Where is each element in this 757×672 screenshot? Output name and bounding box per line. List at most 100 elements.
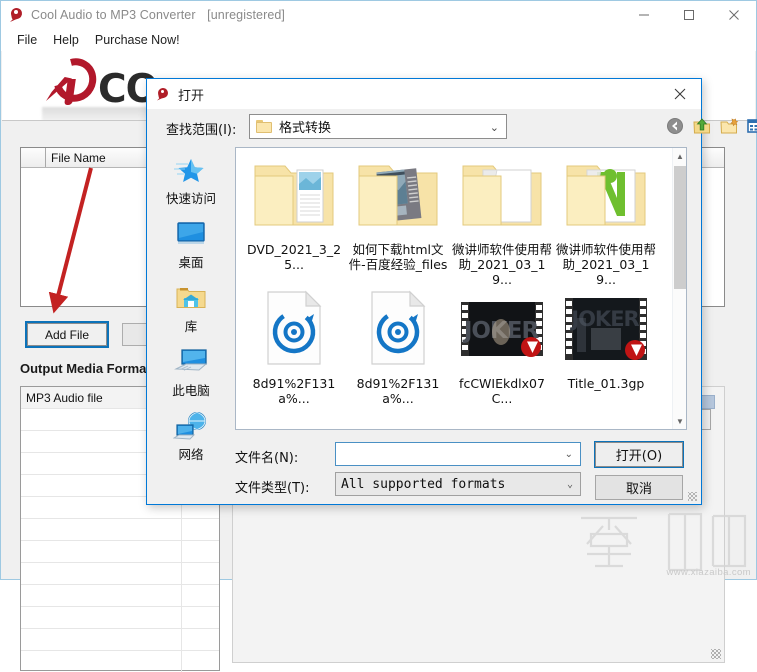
cancel-button[interactable]: 取消 [595, 475, 683, 500]
open-button[interactable]: 打开(O) [595, 442, 683, 467]
menu-item-help[interactable]: Help [45, 31, 87, 49]
scroll-up-icon[interactable]: ▲ [673, 148, 687, 164]
list-item[interactable] [21, 585, 219, 607]
desktop-icon [174, 217, 208, 251]
open-file-dialog: 打开 查找范围(I): 格式转换 ⌄ [146, 78, 702, 505]
filename-input[interactable]: ⌄ [335, 442, 581, 466]
this-pc-icon [173, 345, 209, 379]
file-item-label: 微讲师软件使用帮助_2021_03_19... [556, 242, 656, 287]
file-item[interactable]: 8d91%2F131a%... [242, 288, 346, 422]
column-header-check[interactable] [21, 148, 46, 167]
sidebar-item-label: 网络 [178, 444, 203, 463]
file-view-scrollbar[interactable]: ▲ ▼ [672, 148, 686, 429]
filetype-select[interactable]: All supported formats ⌄ [335, 472, 581, 496]
dialog-title: 打开 [178, 85, 204, 104]
output-media-format-heading: Output Media Format [20, 361, 151, 376]
file-item[interactable]: JOKER fcCWIEkdlx07C... [450, 288, 554, 422]
filetype-value: All supported formats [341, 477, 505, 492]
folder-preview-icon [251, 154, 337, 242]
look-in-select[interactable]: 格式转换 ⌄ [249, 114, 507, 139]
file-item-label: 8d91%2F131a%... [348, 376, 448, 406]
sidebar-item-desktop[interactable]: 桌面 [153, 217, 229, 275]
up-folder-icon[interactable] [692, 116, 714, 138]
sidebar-item-label: 此电脑 [172, 380, 210, 399]
sidebar-item-label: 快速访问 [166, 188, 216, 207]
list-item[interactable] [21, 629, 219, 651]
brand-logo-icon [42, 57, 94, 113]
libraries-folder-icon [174, 281, 208, 315]
new-folder-icon[interactable] [719, 116, 741, 138]
dialog-main-area: 快速访问 桌面 [147, 147, 701, 504]
list-item[interactable] [21, 519, 219, 541]
file-item-label: 8d91%2F131a%... [244, 376, 344, 406]
dialog-bottom-bar: 文件名(N): ⌄ 文件类型(T): All supported formats… [235, 442, 687, 502]
view-mode-icon[interactable] [746, 116, 757, 138]
sidebar-item-quick-access[interactable]: 快速访问 [153, 153, 229, 211]
video-thumbnail-icon: JOKER [457, 288, 547, 376]
list-item[interactable] [21, 607, 219, 629]
close-icon[interactable] [711, 1, 756, 29]
file-browser-view[interactable]: DVD_2021_3_25... [235, 147, 687, 430]
video-thumbnail-icon: JOKER [561, 288, 651, 376]
sidebar-item-libraries[interactable]: 库 [153, 281, 229, 339]
back-icon[interactable] [665, 116, 687, 138]
file-item-label: DVD_2021_3_25... [244, 242, 344, 272]
chevron-down-icon[interactable]: ⌄ [567, 480, 573, 490]
dialog-toolbar [665, 116, 757, 138]
registration-status: [unregistered] [207, 8, 285, 22]
media-document-icon [362, 288, 434, 376]
network-icon [173, 409, 209, 443]
sidebar-item-this-pc[interactable]: 此电脑 [153, 345, 229, 403]
quick-access-star-icon [172, 153, 210, 187]
scrollbar-thumb[interactable] [674, 166, 686, 289]
chevron-down-icon[interactable]: ⌄ [565, 450, 573, 460]
add-file-button[interactable]: Add File [27, 323, 107, 346]
media-document-icon [258, 288, 330, 376]
file-item-label: fcCWIEkdlx07C... [452, 376, 552, 406]
file-item[interactable]: 如何下载html文件-百度经验_files [346, 154, 450, 288]
dialog-resize-grip[interactable] [688, 492, 697, 501]
close-icon[interactable] [659, 79, 701, 109]
window-title-text: Cool Audio to MP3 Converter [31, 8, 196, 22]
folder-image-icon [355, 154, 441, 242]
watermark-url: www.xiazaiba.com [666, 567, 751, 578]
title-bar: Cool Audio to MP3 Converter [unregistere… [1, 1, 756, 29]
file-item-label: 如何下载html文件-百度经验_files [348, 242, 448, 272]
format-list-column-divider [181, 497, 182, 672]
sidebar-item-label: 桌面 [178, 252, 203, 271]
file-item-label: 微讲师软件使用帮助_2021_03_19... [452, 242, 552, 287]
folder-plain-icon [459, 154, 545, 242]
scroll-down-icon[interactable]: ▼ [673, 413, 687, 429]
menu-bar: File Help Purchase Now! [1, 29, 756, 51]
folder-icon [256, 120, 272, 133]
file-item[interactable]: 8d91%2F131a%... [346, 288, 450, 422]
window-controls [621, 1, 756, 29]
file-item-label: Title_01.3gp [556, 376, 656, 391]
chevron-down-icon[interactable]: ⌄ [490, 123, 499, 134]
resize-grip[interactable] [711, 649, 721, 659]
list-item[interactable] [21, 541, 219, 563]
file-item[interactable]: DVD_2021_3_25... [242, 154, 346, 288]
app-logo-icon [156, 87, 171, 102]
list-item[interactable] [21, 563, 219, 585]
window-title: Cool Audio to MP3 Converter [unregistere… [31, 8, 285, 22]
file-item[interactable]: JOKER Title_01.3gp [554, 288, 658, 422]
app-logo-icon [9, 7, 25, 23]
file-grid: DVD_2021_3_25... [236, 148, 672, 429]
maximize-icon[interactable] [666, 1, 711, 29]
filename-label: 文件名(N): [235, 447, 298, 466]
folder-n-icon [563, 154, 649, 242]
dialog-title-bar: 打开 [147, 79, 701, 109]
menu-item-purchase[interactable]: Purchase Now! [87, 31, 188, 49]
minimize-icon[interactable] [621, 1, 666, 29]
look-in-label: 查找范围(I): [166, 119, 236, 138]
sidebar-item-network[interactable]: 网络 [153, 409, 229, 467]
file-item[interactable]: 微讲师软件使用帮助_2021_03_19... [554, 154, 658, 288]
sidebar-item-label: 库 [185, 316, 198, 335]
look-in-value: 格式转换 [279, 117, 331, 136]
look-in-row: 查找范围(I): 格式转换 ⌄ [147, 109, 701, 147]
filetype-label: 文件类型(T): [235, 477, 309, 496]
menu-item-file[interactable]: File [9, 31, 45, 49]
places-sidebar: 快速访问 桌面 [153, 147, 229, 444]
file-item[interactable]: 微讲师软件使用帮助_2021_03_19... [450, 154, 554, 288]
